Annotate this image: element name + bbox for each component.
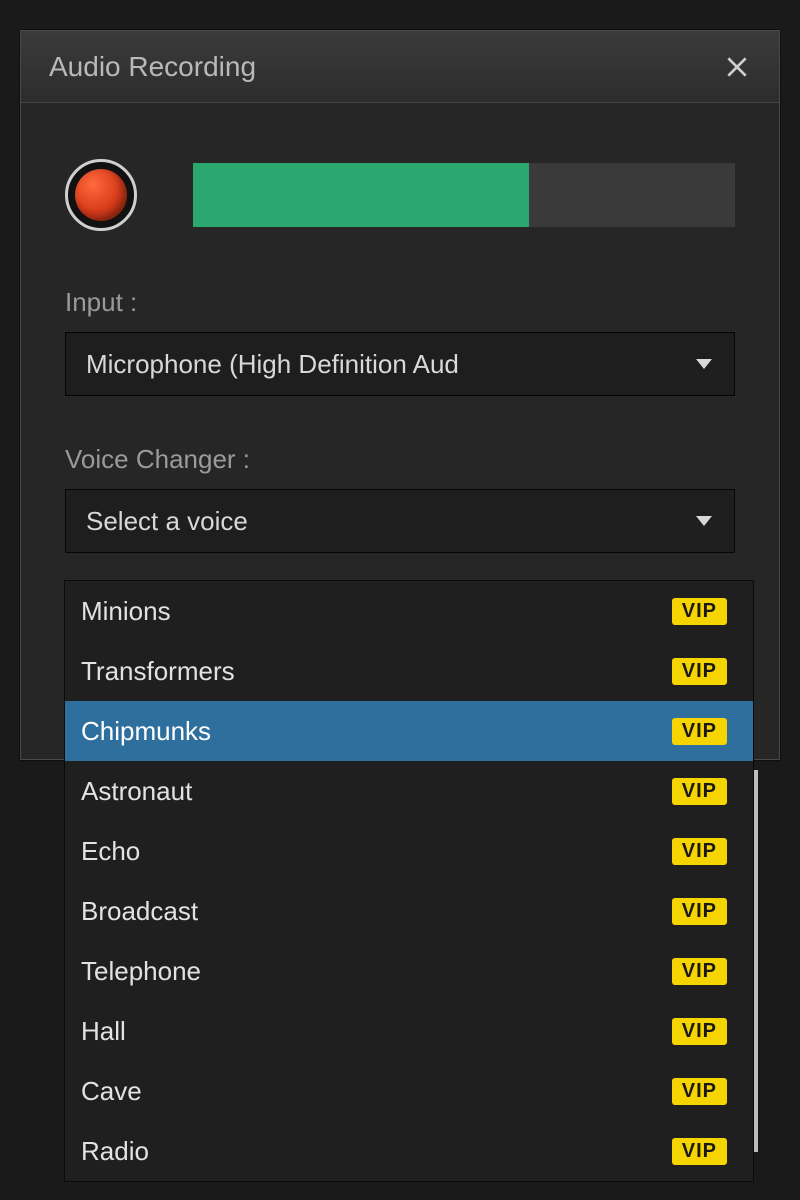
voice-option-label: Radio (81, 1136, 149, 1167)
dropdown-scrollbar[interactable] (754, 770, 758, 1152)
dialog-body: Input : Microphone (High Definition Aud … (21, 103, 779, 553)
chevron-down-icon (696, 359, 712, 369)
voice-option-label: Minions (81, 596, 171, 627)
voice-option[interactable]: Cave VIP (65, 1061, 753, 1121)
audio-level-fill (193, 163, 529, 227)
voice-option-label: Cave (81, 1076, 142, 1107)
vip-badge: VIP (672, 658, 727, 685)
record-button[interactable] (65, 159, 137, 231)
voice-option[interactable]: Radio VIP (65, 1121, 753, 1181)
close-button[interactable] (719, 49, 755, 85)
input-label: Input : (65, 287, 735, 318)
vip-badge: VIP (672, 1078, 727, 1105)
voice-option[interactable]: Echo VIP (65, 821, 753, 881)
vip-badge: VIP (672, 778, 727, 805)
voice-changer-select[interactable]: Select a voice (65, 489, 735, 553)
input-select[interactable]: Microphone (High Definition Aud (65, 332, 735, 396)
close-icon (724, 54, 750, 80)
voice-option-label: Broadcast (81, 896, 198, 927)
voice-changer-label: Voice Changer : (65, 444, 735, 475)
dialog-titlebar: Audio Recording (21, 31, 779, 103)
voice-option[interactable]: Astronaut VIP (65, 761, 753, 821)
vip-badge: VIP (672, 718, 727, 745)
voice-option-label: Chipmunks (81, 716, 211, 747)
voice-option-label: Telephone (81, 956, 201, 987)
voice-changer-dropdown: MinionsVIPTransformersVIPChipmunksVIPAst… (64, 580, 754, 1182)
voice-option-label: Transformers (81, 656, 235, 687)
voice-option[interactable]: Minions VIP (65, 581, 753, 641)
vip-badge: VIP (672, 898, 727, 925)
dialog-title: Audio Recording (49, 51, 256, 83)
vip-badge: VIP (672, 1018, 727, 1045)
voice-option[interactable]: Hall VIP (65, 1001, 753, 1061)
voice-option-label: Hall (81, 1016, 126, 1047)
vip-badge: VIP (672, 598, 727, 625)
input-select-value: Microphone (High Definition Aud (86, 349, 459, 380)
audio-level-meter (193, 163, 735, 227)
voice-option[interactable]: Transformers VIP (65, 641, 753, 701)
voice-option-label: Astronaut (81, 776, 192, 807)
vip-badge: VIP (672, 838, 727, 865)
voice-option[interactable]: Broadcast VIP (65, 881, 753, 941)
record-row (65, 159, 735, 231)
chevron-down-icon (696, 516, 712, 526)
vip-badge: VIP (672, 958, 727, 985)
voice-option[interactable]: Telephone VIP (65, 941, 753, 1001)
vip-badge: VIP (672, 1138, 727, 1165)
voice-changer-select-value: Select a voice (86, 506, 248, 537)
record-icon (75, 169, 127, 221)
voice-option-label: Echo (81, 836, 140, 867)
voice-option[interactable]: Chipmunks VIP (65, 701, 753, 761)
